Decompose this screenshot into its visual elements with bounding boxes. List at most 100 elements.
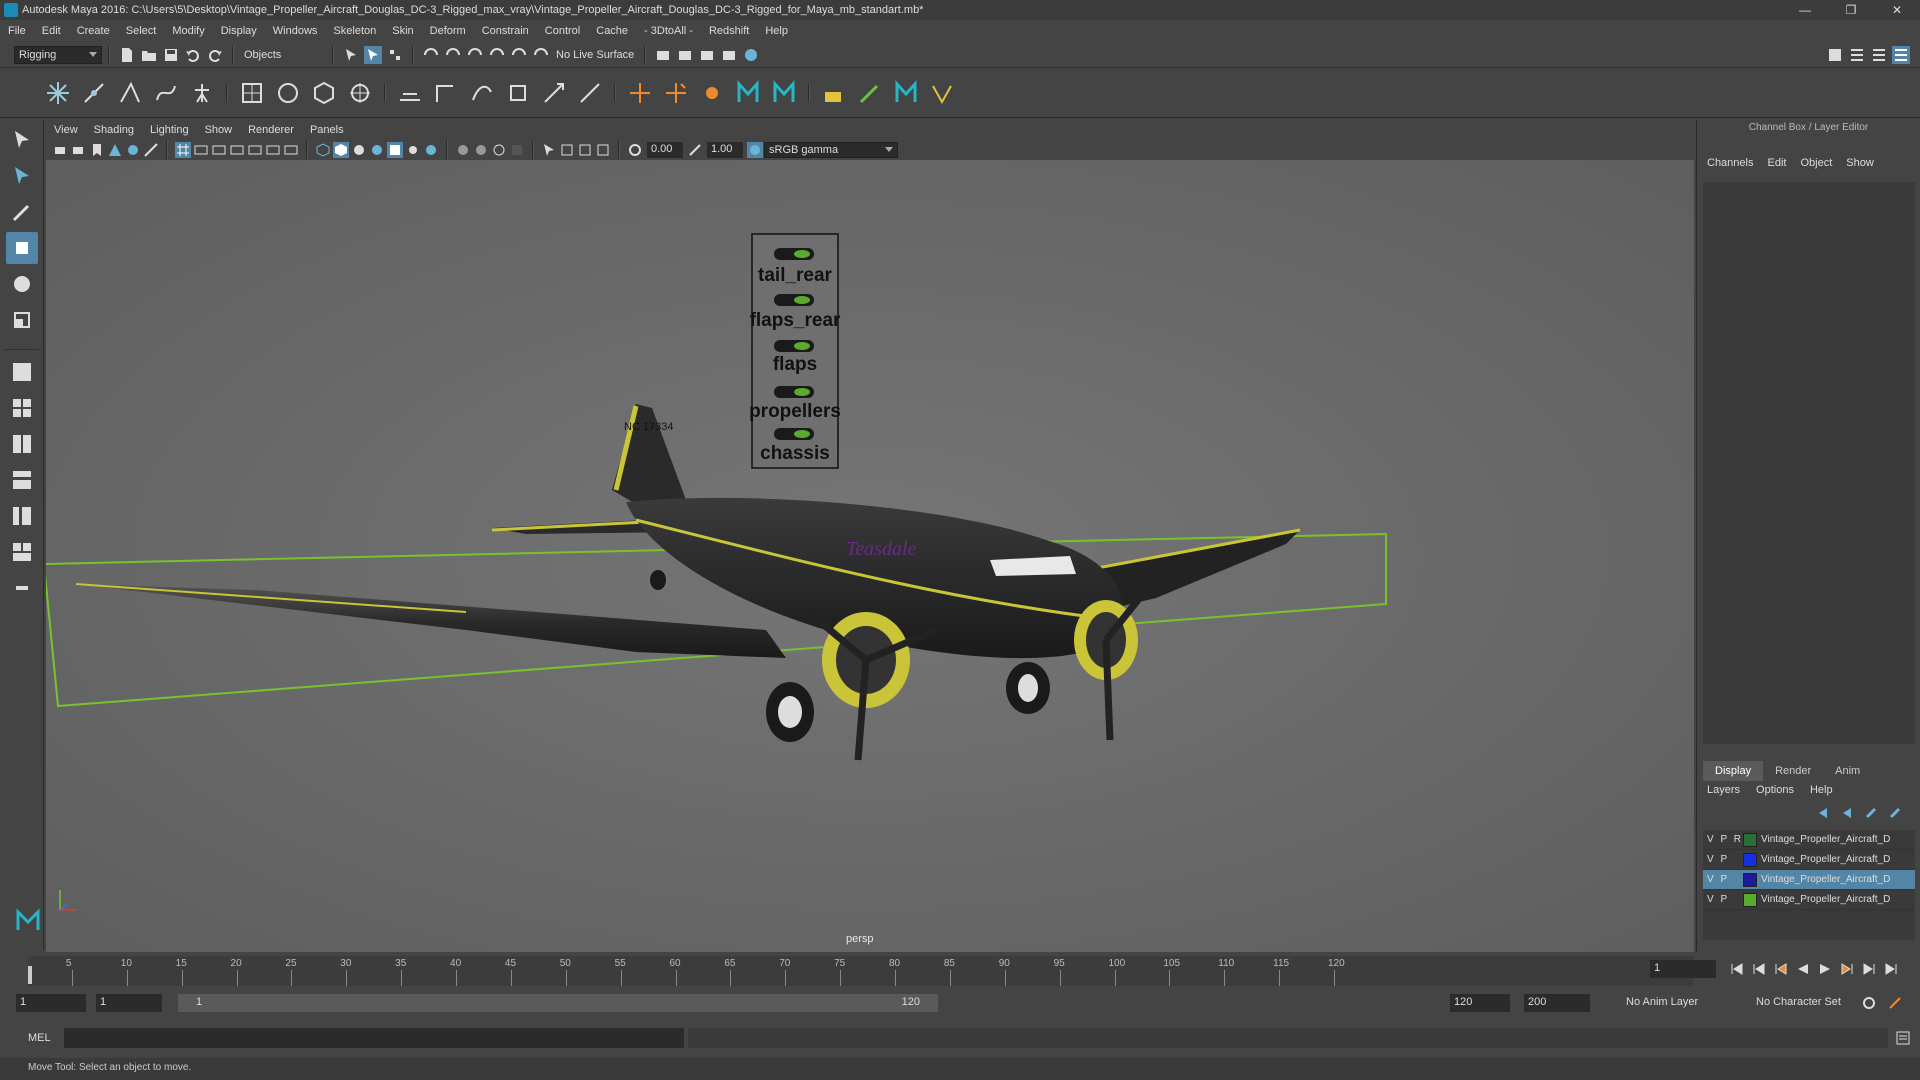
- wireframe-icon[interactable]: [315, 142, 331, 158]
- menu-file[interactable]: File: [8, 25, 26, 37]
- close-button[interactable]: ✕: [1874, 0, 1920, 20]
- layer-color-swatch[interactable]: [1743, 852, 1757, 867]
- hypershade-icon[interactable]: [742, 46, 760, 64]
- step-forward-key-icon[interactable]: [1838, 960, 1856, 978]
- grid-toggle-icon[interactable]: [175, 142, 191, 158]
- undo-icon[interactable]: [184, 46, 202, 64]
- image-plane-icon[interactable]: [107, 142, 123, 158]
- menu-edit[interactable]: Edit: [42, 25, 61, 37]
- panel-menu-show[interactable]: Show: [205, 124, 233, 136]
- panel-menu-lighting[interactable]: Lighting: [150, 124, 189, 136]
- orient-constraint-icon[interactable]: [467, 78, 497, 108]
- current-time-indicator[interactable]: [28, 966, 32, 984]
- snap-curve-icon[interactable]: [444, 46, 462, 64]
- motion-blur-icon[interactable]: [473, 142, 489, 158]
- menu-3dtoall[interactable]: - 3DtoAll -: [644, 25, 693, 37]
- 3d-viewport[interactable]: NC 17334 Teasdale tail_rear flaps_rear f…: [46, 160, 1694, 952]
- xray-active-icon[interactable]: [577, 142, 593, 158]
- point-constraint-icon[interactable]: [431, 78, 461, 108]
- bookmarks-icon[interactable]: [89, 142, 105, 158]
- create-joints-icon[interactable]: [43, 78, 73, 108]
- rotate-tool[interactable]: [6, 268, 38, 300]
- play-forwards-icon[interactable]: [1816, 960, 1834, 978]
- layer-row[interactable]: V P R Vintage_Propeller_Aircraft_D: [1703, 830, 1915, 850]
- mocap-icon[interactable]: [697, 78, 727, 108]
- new-empty-layer-icon[interactable]: [1863, 804, 1881, 822]
- menu-create[interactable]: Create: [77, 25, 110, 37]
- paint-select-tool[interactable]: [6, 196, 38, 228]
- live-surface-label[interactable]: No Live Surface: [556, 49, 634, 61]
- cluster-icon[interactable]: [345, 78, 375, 108]
- smooth-shade-icon[interactable]: [333, 142, 349, 158]
- menu-constrain[interactable]: Constrain: [482, 25, 529, 37]
- textured-icon[interactable]: [387, 142, 403, 158]
- menu-modify[interactable]: Modify: [172, 25, 204, 37]
- anti-aliasing-icon[interactable]: [491, 142, 507, 158]
- two-view-layout-icon[interactable]: [6, 428, 38, 460]
- layer-color-swatch[interactable]: [1743, 832, 1757, 847]
- layer-color-swatch[interactable]: [1743, 872, 1757, 887]
- snap-point-icon[interactable]: [466, 46, 484, 64]
- range-bar[interactable]: 1 120: [178, 994, 938, 1012]
- shelf-tool-icon[interactable]: [819, 78, 849, 108]
- menu-windows[interactable]: Windows: [273, 25, 318, 37]
- isolate-select-icon[interactable]: [541, 142, 557, 158]
- selection-mode-dropdown[interactable]: Objects: [240, 45, 326, 64]
- parent-constraint-icon[interactable]: [395, 78, 425, 108]
- wireframe-on-shaded-icon[interactable]: [369, 142, 385, 158]
- default-material-icon[interactable]: [351, 142, 367, 158]
- move-layer-up-icon[interactable]: [1815, 804, 1833, 822]
- depth-of-field-icon[interactable]: [509, 142, 525, 158]
- maximize-button[interactable]: ❐: [1828, 0, 1874, 20]
- channel-box-icon[interactable]: [1892, 45, 1910, 64]
- scale-tool[interactable]: [6, 304, 38, 336]
- grease-pencil-icon[interactable]: [143, 142, 159, 158]
- save-scene-icon[interactable]: [162, 46, 180, 64]
- layer-menu-help[interactable]: Help: [1810, 784, 1833, 796]
- safe-action-icon[interactable]: [265, 142, 281, 158]
- ik-spline-icon[interactable]: [151, 78, 181, 108]
- exposure-field[interactable]: 0.00: [647, 142, 683, 158]
- camera-attributes-icon[interactable]: [71, 142, 87, 158]
- layer-flags[interactable]: V P: [1703, 894, 1743, 905]
- paint-weights-icon[interactable]: [273, 78, 303, 108]
- panel-menu-view[interactable]: View: [54, 124, 78, 136]
- select-hierarchy-icon[interactable]: [342, 46, 360, 64]
- animation-prefs-icon[interactable]: [1886, 994, 1904, 1012]
- cb-menu-channels[interactable]: Channels: [1707, 157, 1753, 169]
- check-mark-icon[interactable]: [927, 78, 957, 108]
- snap-live-icon[interactable]: [532, 46, 550, 64]
- layer-color-swatch[interactable]: [1743, 892, 1757, 907]
- menu-cache[interactable]: Cache: [596, 25, 628, 37]
- maya-script-icon[interactable]: [733, 78, 763, 108]
- set-driven-key-icon[interactable]: [661, 78, 691, 108]
- current-frame-field[interactable]: 1: [1650, 960, 1716, 978]
- gate-mask-icon[interactable]: [229, 142, 245, 158]
- color-management-icon[interactable]: [747, 142, 763, 158]
- four-view-layout-icon[interactable]: [6, 392, 38, 424]
- screen-space-ao-icon[interactable]: [455, 142, 471, 158]
- 2d-pan-zoom-icon[interactable]: [125, 142, 141, 158]
- select-object-icon[interactable]: [364, 45, 382, 64]
- render-view-icon[interactable]: [654, 46, 672, 64]
- menu-redshift[interactable]: Redshift: [709, 25, 749, 37]
- attribute-editor-icon[interactable]: [1848, 46, 1866, 64]
- play-backwards-icon[interactable]: [1794, 960, 1812, 978]
- ipr-render-icon[interactable]: [698, 46, 716, 64]
- layer-row[interactable]: V P Vintage_Propeller_Aircraft_D: [1703, 890, 1915, 910]
- lasso-tool[interactable]: [6, 160, 38, 192]
- snap-grid-icon[interactable]: [422, 46, 440, 64]
- menu-select[interactable]: Select: [126, 25, 157, 37]
- snap-surface-icon[interactable]: [510, 46, 528, 64]
- gamma-field[interactable]: 1.00: [707, 142, 743, 158]
- playback-start-field[interactable]: 1: [96, 994, 162, 1012]
- menu-control[interactable]: Control: [545, 25, 580, 37]
- go-to-start-icon[interactable]: [1728, 960, 1746, 978]
- playback-end-field[interactable]: 120: [1450, 994, 1510, 1012]
- cb-menu-edit[interactable]: Edit: [1767, 157, 1786, 169]
- layer-row[interactable]: V P Vintage_Propeller_Aircraft_D: [1703, 870, 1915, 890]
- open-scene-icon[interactable]: [140, 46, 158, 64]
- resolution-gate-icon[interactable]: [211, 142, 227, 158]
- new-layer-selected-icon[interactable]: [1887, 804, 1905, 822]
- bind-skin-icon[interactable]: [237, 78, 267, 108]
